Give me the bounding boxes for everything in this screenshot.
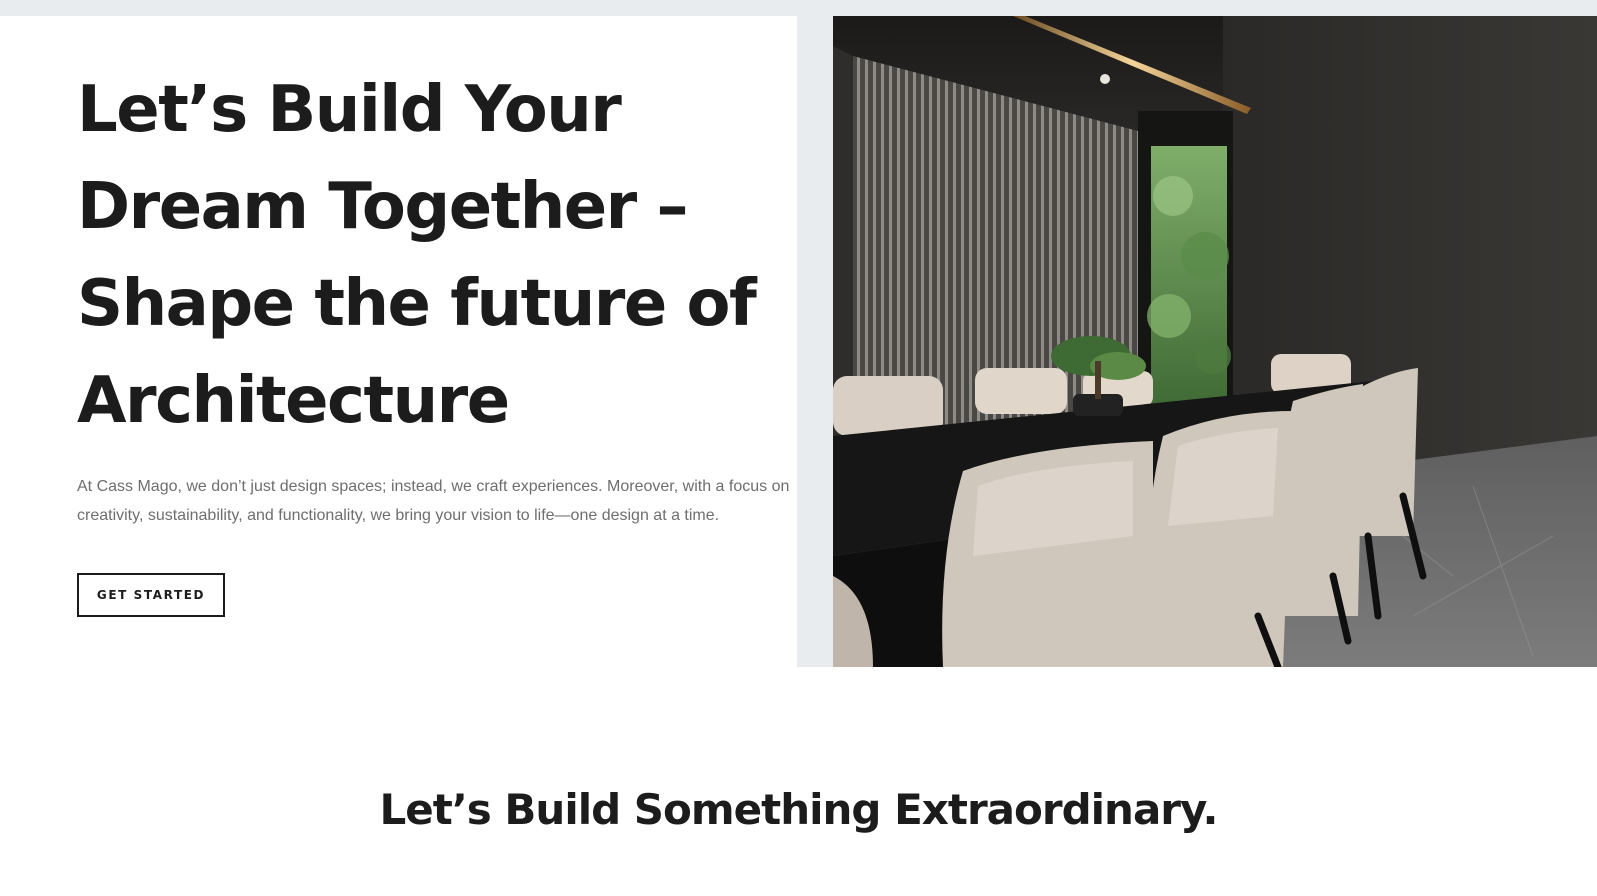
hero-title-line-1: Let’s Build Your (77, 73, 622, 147)
hero-photo-meeting-room (833, 16, 1597, 667)
top-divider-strip (0, 0, 1597, 16)
hero-title: Let’s Build Your Dream Together – Shape … (77, 62, 777, 450)
hero-description: At Cass Mago, we don’t just design space… (77, 478, 790, 524)
hero-title-line-4: Architecture (77, 364, 510, 438)
hero-title-line-3: Shape the future of (77, 267, 757, 341)
section-heading: Let’s Build Something Extraordinary. (379, 785, 1219, 834)
get-started-button[interactable]: GET STARTED (77, 573, 225, 617)
hero-title-line-2: Dream Together – (77, 170, 689, 244)
hero-gutter (797, 16, 833, 667)
